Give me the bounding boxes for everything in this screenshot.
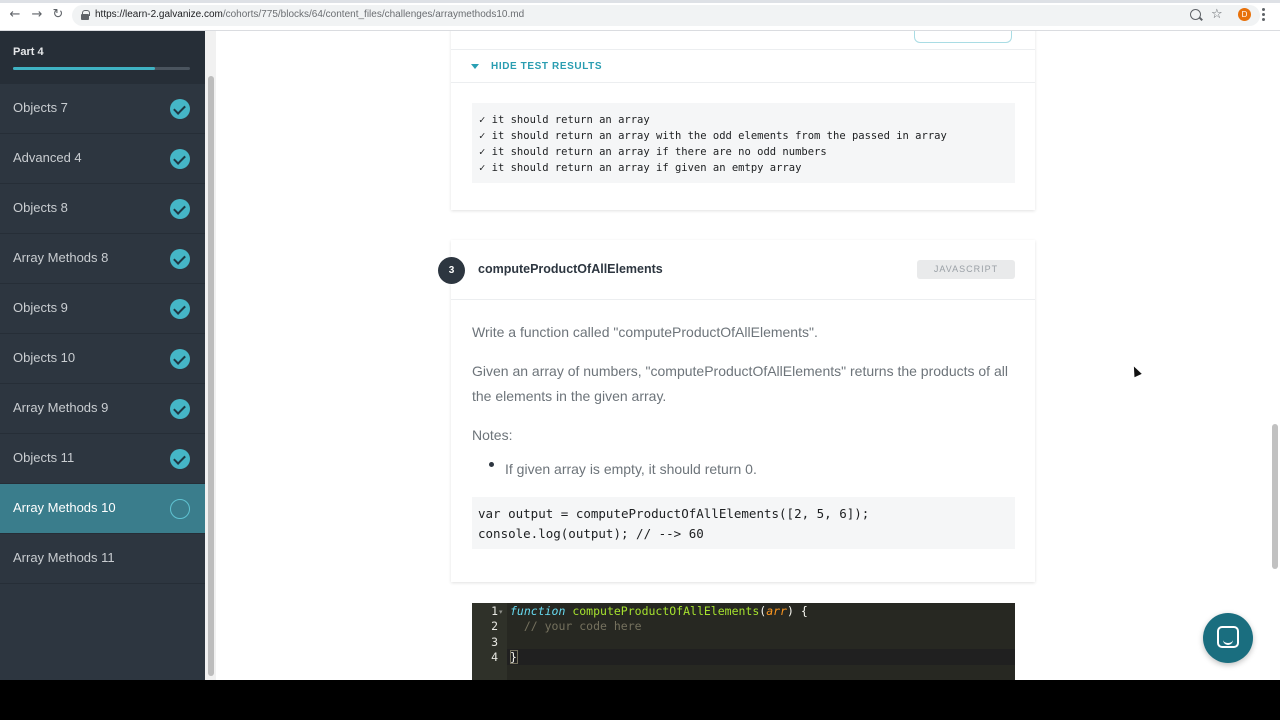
- chat-icon: [1217, 626, 1239, 648]
- sidebar-scrollbar-thumb[interactable]: [208, 76, 214, 676]
- sidebar-item[interactable]: Array Methods 11: [0, 534, 205, 584]
- back-arrow-icon[interactable]: ←: [7, 7, 23, 23]
- checkmark-icon: [170, 99, 190, 119]
- page-scrollbar-thumb[interactable]: [1272, 424, 1278, 569]
- forward-arrow-icon[interactable]: →: [29, 7, 45, 23]
- example-code-line: console.log(output); // --> 60: [478, 525, 704, 541]
- challenge-header: 3 computeProductOfAllElements JAVASCRIPT: [438, 240, 1035, 300]
- sidebar-item[interactable]: Advanced 4: [0, 134, 205, 184]
- zoom-icon[interactable]: [1190, 9, 1201, 20]
- sidebar-item-label: Advanced 4: [13, 150, 82, 165]
- test-result-line: ✓ it should return an array if given an …: [479, 162, 802, 174]
- browser-toolbar: ← → ↻ https://learn-2.galvanize.com/coho…: [0, 0, 1280, 31]
- test-result-line: ✓ it should return an array: [479, 114, 650, 126]
- test-result-line: ✓ it should return an array if there are…: [479, 146, 827, 158]
- sidebar-item[interactable]: Array Methods 9: [0, 384, 205, 434]
- mouse-cursor-icon: [1130, 364, 1142, 378]
- test-result-line: ✓ it should return an array with the odd…: [479, 130, 947, 142]
- note-item: If given array is empty, it should retur…: [505, 461, 757, 477]
- sidebar-header: Part 4: [0, 31, 205, 84]
- hide-test-results-toggle[interactable]: HIDE TEST RESULTS: [451, 49, 1035, 83]
- run-tests-button[interactable]: [914, 31, 1012, 43]
- part-progress-fill: [13, 67, 155, 70]
- sidebar-item-label: Objects 11: [13, 450, 75, 465]
- letterbox-bar: [0, 680, 1280, 720]
- in-progress-ring-icon: [170, 499, 190, 519]
- sidebar-item[interactable]: Objects 11: [0, 434, 205, 484]
- sidebar-item[interactable]: Objects 10: [0, 334, 205, 384]
- browser-menu-icon[interactable]: [1262, 8, 1266, 22]
- sidebar-item-label: Array Methods 11: [13, 550, 115, 565]
- challenge-title: computeProductOfAllElements: [478, 262, 663, 276]
- fold-arrow-icon[interactable]: ▾: [499, 608, 503, 616]
- test-results-box: ✓ it should return an array ✓ it should …: [472, 103, 1015, 183]
- profile-avatar[interactable]: D: [1238, 8, 1251, 21]
- line-number: 1: [491, 604, 498, 618]
- lock-icon: [81, 10, 90, 20]
- sidebar-item-label: Objects 9: [13, 300, 68, 315]
- url-text[interactable]: https://learn-2.galvanize.com/cohorts/77…: [95, 9, 524, 20]
- language-badge: JAVASCRIPT: [917, 260, 1015, 279]
- toggle-label: HIDE TEST RESULTS: [491, 61, 603, 72]
- chat-support-button[interactable]: [1203, 613, 1253, 663]
- previous-challenge-card: HIDE TEST RESULTS ✓ it should return an …: [451, 31, 1035, 210]
- line-number: 4: [491, 650, 498, 664]
- sidebar-item-label: Array Methods 9: [13, 400, 109, 415]
- sidebar-item-label: Objects 8: [13, 200, 68, 215]
- sidebar-item[interactable]: Array Methods 8: [0, 234, 205, 284]
- reload-icon[interactable]: ↻: [50, 7, 66, 23]
- checkmark-icon: [170, 349, 190, 369]
- part-progress-bar: [13, 67, 190, 70]
- code-line-1[interactable]: function computeProductOfAllElements(arr…: [510, 604, 808, 618]
- code-line-2[interactable]: // your code here: [510, 619, 642, 633]
- checkmark-icon: [170, 149, 190, 169]
- part-label: Part 4: [13, 46, 44, 58]
- checkmark-icon: [170, 199, 190, 219]
- checkmark-icon: [170, 299, 190, 319]
- sidebar-item[interactable]: Objects 7: [0, 84, 205, 134]
- checkmark-icon: [170, 249, 190, 269]
- challenge-card: 3 computeProductOfAllElements JAVASCRIPT…: [438, 240, 1035, 582]
- sidebar-item-label: Array Methods 10: [13, 500, 116, 515]
- page-scrollbar-track[interactable]: [1269, 31, 1280, 680]
- sidebar-item[interactable]: Array Methods 10: [0, 484, 205, 534]
- example-code-block: var output = computeProductOfAllElements…: [472, 497, 1015, 549]
- code-line-4[interactable]: }: [510, 650, 517, 664]
- checkmark-icon: [170, 449, 190, 469]
- screen: ← → ↻ https://learn-2.galvanize.com/coho…: [0, 0, 1280, 680]
- bullet-icon: [489, 462, 494, 467]
- editor-gutter: 1 ▾ 2 3 4: [472, 603, 507, 680]
- caret-down-icon: [471, 64, 479, 69]
- sidebar: Part 4 Objects 7 Advanced 4 Objects 8 Array…: [0, 31, 216, 680]
- main-content: HIDE TEST RESULTS ✓ it should return an …: [216, 31, 1280, 680]
- notes-label: Notes:: [472, 427, 513, 443]
- sidebar-item-label: Array Methods 8: [13, 250, 109, 265]
- sidebar-item[interactable]: Objects 8: [0, 184, 205, 234]
- code-editor[interactable]: 1 ▾ 2 3 4 function computeProductOfAllEl…: [472, 603, 1015, 680]
- challenge-paragraph: Write a function called "computeProductO…: [472, 324, 818, 340]
- challenge-number-badge: 3: [438, 257, 465, 284]
- bookmark-star-icon[interactable]: ☆: [1211, 7, 1223, 23]
- line-number: 3: [491, 635, 498, 649]
- sidebar-item-label: Objects 10: [13, 350, 76, 365]
- challenge-paragraph: Given an array of numbers, "computeProdu…: [472, 363, 1008, 404]
- checkmark-icon: [170, 399, 190, 419]
- sidebar-item[interactable]: Objects 9: [0, 284, 205, 334]
- line-number: 2: [491, 619, 498, 633]
- sidebar-item-label: Objects 7: [13, 100, 68, 115]
- example-code-line: var output = computeProductOfAllElements…: [478, 506, 870, 521]
- active-line-highlight: [507, 649, 1015, 665]
